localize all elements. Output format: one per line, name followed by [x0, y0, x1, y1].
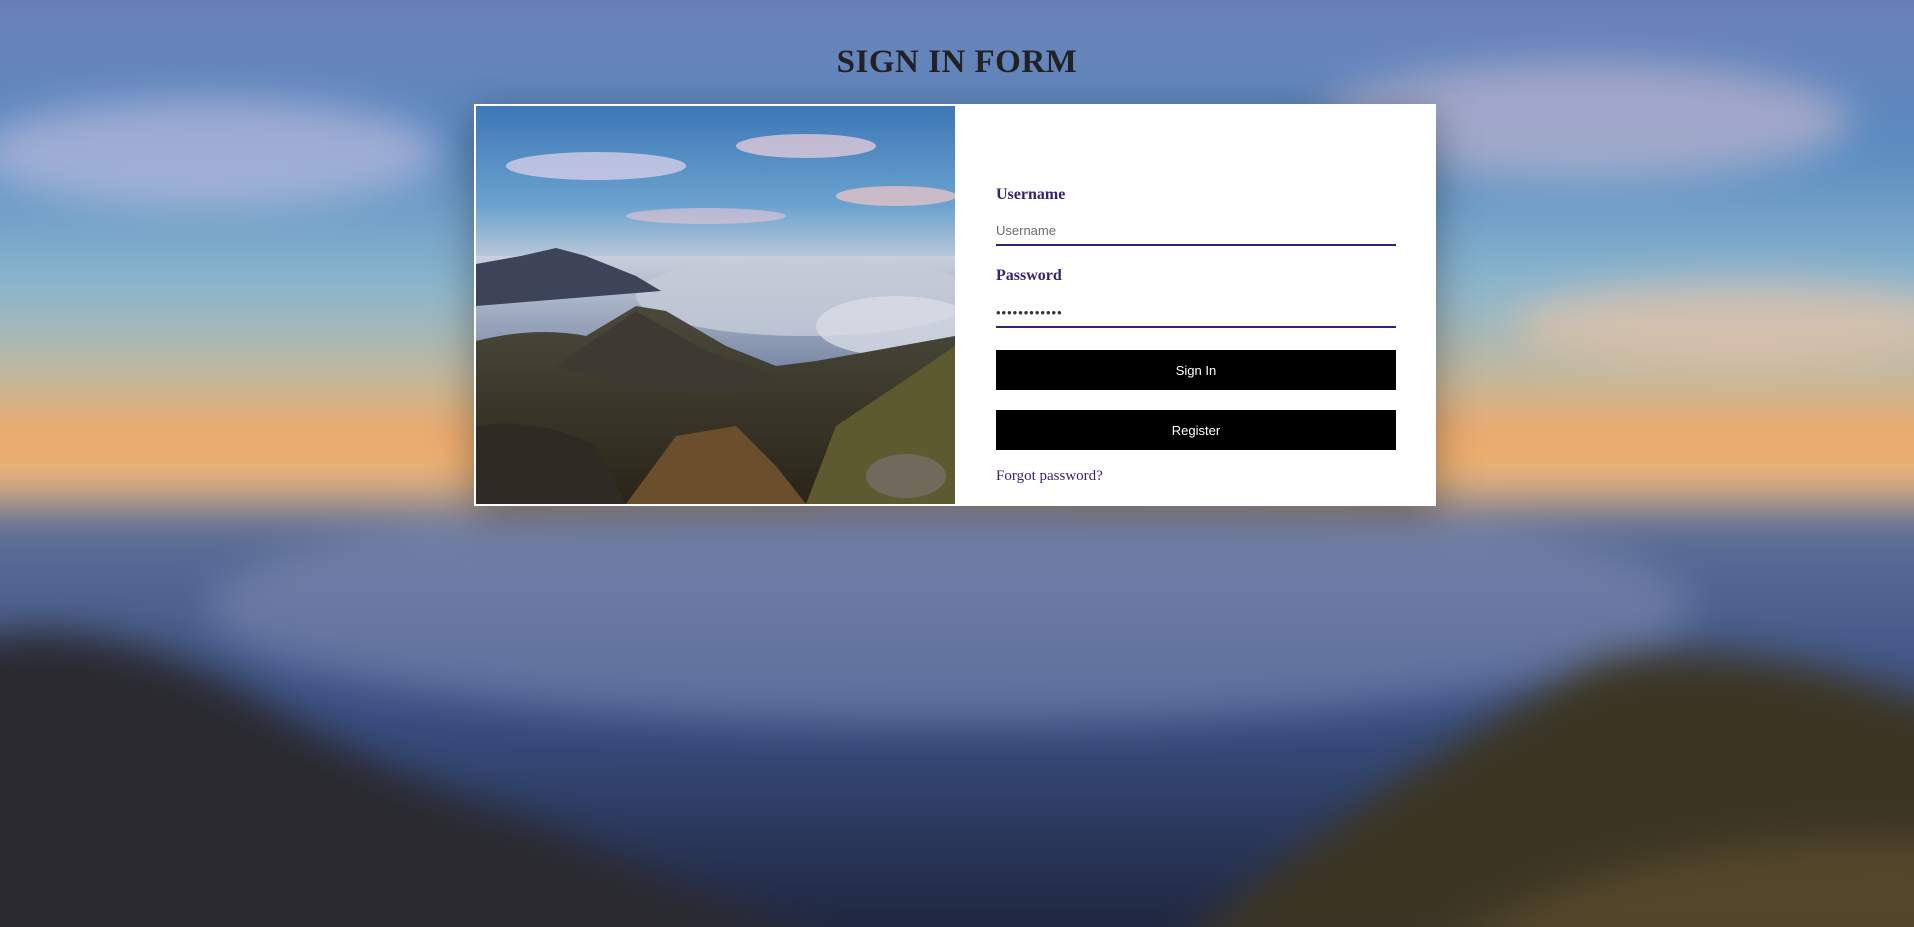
forgot-password-link[interactable]: Forgot password? — [996, 468, 1103, 485]
register-button[interactable]: Register — [996, 410, 1396, 450]
password-input[interactable] — [996, 298, 1396, 328]
username-label: Username — [996, 186, 1066, 203]
sign-in-card: Username Password Sign In Register Forgo… — [474, 104, 1436, 506]
username-input[interactable] — [996, 216, 1396, 246]
sign-in-button[interactable]: Sign In — [996, 350, 1396, 390]
password-label: Password — [996, 267, 1062, 284]
page-title: SIGN IN FORM — [836, 44, 1078, 80]
landscape-image — [476, 106, 955, 504]
sign-in-form: Username Password Sign In Register Forgo… — [955, 104, 1436, 506]
